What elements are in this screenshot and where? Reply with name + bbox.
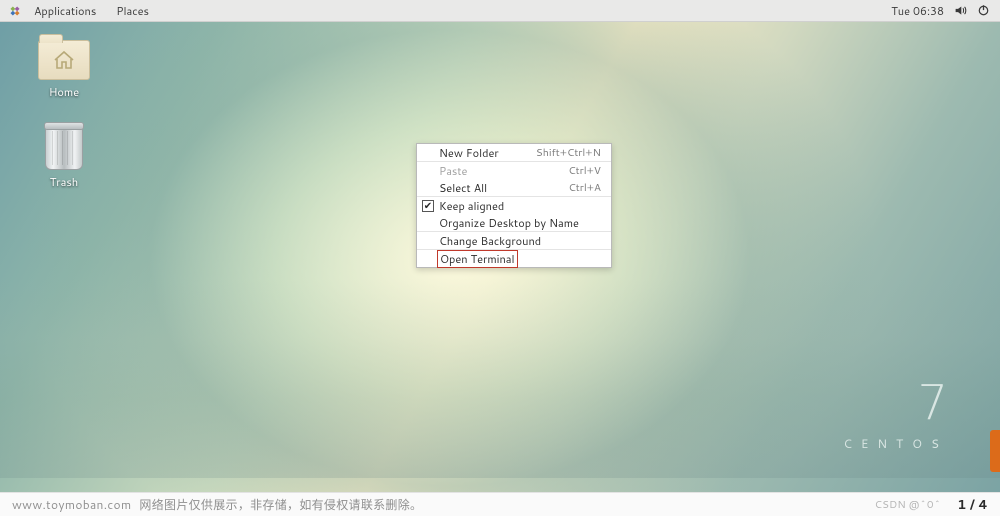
home-folder-label: Home [49, 84, 79, 100]
menu-organize-by-name[interactable]: Organize Desktop by Name [417, 214, 611, 231]
menu-item-shortcut: Shift+Ctrl+N [536, 146, 601, 160]
menu-paste: Paste Ctrl+V [417, 162, 611, 179]
trash[interactable]: Trash [28, 126, 100, 190]
watermark-text: 网络图片仅供展示，非存储，如有侵权请联系删除。 [139, 496, 422, 513]
menu-item-shortcut: Ctrl+V [568, 164, 601, 178]
trash-label: Trash [50, 174, 78, 190]
menu-item-label: Paste [439, 163, 467, 179]
menu-select-all[interactable]: Select All Ctrl+A [417, 179, 611, 196]
orange-accent-tab [990, 430, 1000, 472]
volume-icon[interactable] [954, 4, 967, 17]
menu-item-label: Organize Desktop by Name [439, 215, 579, 231]
menu-item-label: Keep aligned [439, 198, 504, 214]
home-icon [39, 41, 89, 79]
menu-change-background[interactable]: Change Background [417, 232, 611, 249]
folder-icon [38, 40, 90, 80]
menu-item-label: Open Terminal [440, 251, 515, 267]
trash-icon [45, 126, 83, 170]
home-folder[interactable]: Home [28, 40, 100, 100]
menu-keep-aligned[interactable]: ✔ Keep aligned [417, 197, 611, 214]
panel-right: Tue 06:38 [891, 3, 1000, 19]
menu-item-label: New Folder [439, 145, 499, 161]
panel-left: Applications Places [0, 0, 159, 22]
watermark-bar: www.toymoban.com 网络图片仅供展示，非存储，如有侵权请联系删除。… [0, 492, 1000, 516]
annotation-highlight: Open Terminal [437, 250, 518, 268]
checkbox-icon: ✔ [422, 200, 434, 212]
menu-new-folder[interactable]: New Folder Shift+Ctrl+N [417, 144, 611, 161]
top-panel: Applications Places Tue 06:38 [0, 0, 1000, 22]
menu-item-label: Select All [439, 180, 487, 196]
watermark-csdn: CSDN @^0^ [875, 498, 942, 512]
menu-item-shortcut: Ctrl+A [568, 181, 601, 195]
menu-open-terminal[interactable]: Open Terminal [417, 250, 611, 267]
page-indicator: 1 / 4 [957, 496, 988, 514]
menu-item-label: Change Background [439, 233, 541, 249]
watermark-site: www.toymoban.com [12, 496, 131, 513]
applications-menu[interactable]: Applications [24, 0, 106, 22]
places-menu[interactable]: Places [106, 0, 159, 22]
desktop-icons: Home Trash [28, 40, 100, 190]
power-icon[interactable] [977, 4, 990, 17]
desktop-context-menu: New Folder Shift+Ctrl+N Paste Ctrl+V Sel… [416, 143, 612, 268]
desktop-wallpaper[interactable]: Applications Places Tue 06:38 Home Trash [0, 0, 1000, 516]
clock[interactable]: Tue 06:38 [891, 3, 944, 19]
distro-brand: 7 CENTOS [843, 379, 948, 452]
brand-name: CENTOS [843, 435, 948, 452]
distro-logo-icon [8, 4, 22, 18]
brand-version: 7 [843, 379, 948, 427]
